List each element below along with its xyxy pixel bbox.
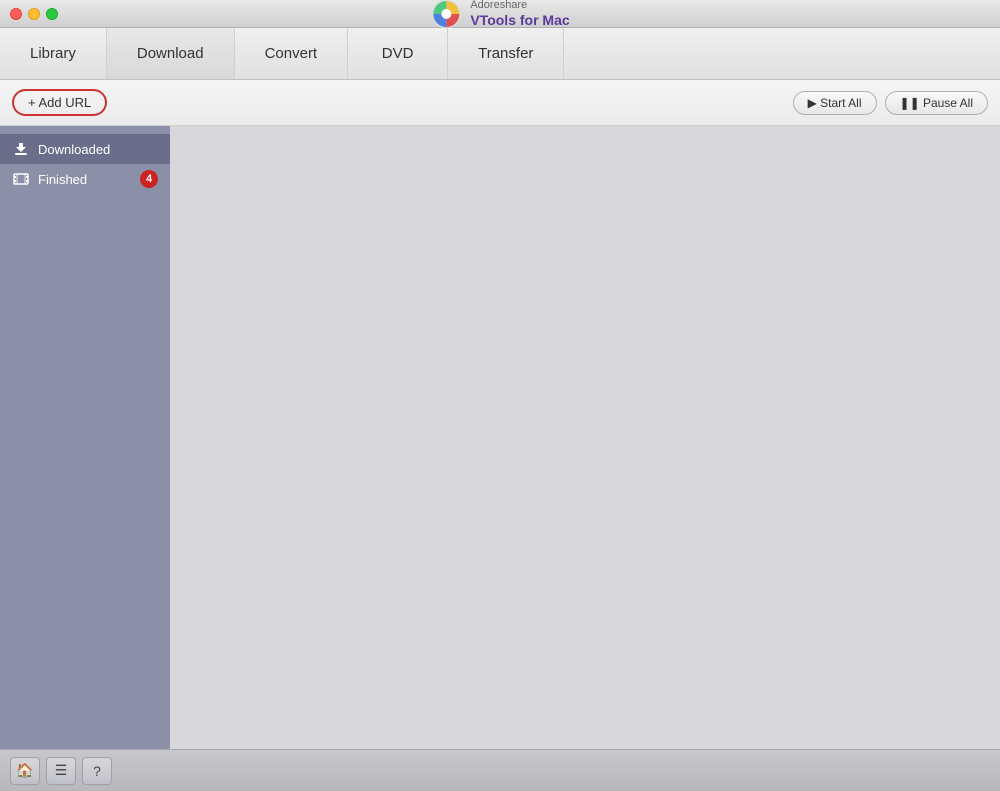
download-icon <box>12 140 30 158</box>
list-button[interactable]: ☰ <box>46 757 76 785</box>
sidebar-finished-label: Finished <box>38 172 87 187</box>
tab-convert[interactable]: Convert <box>235 28 349 79</box>
app-logo-icon <box>430 0 462 30</box>
nav-tabs: Library Download Convert DVD Transfer <box>0 28 1000 80</box>
title-bar: Adoreshare VTools for Mac <box>0 0 1000 28</box>
pause-all-button[interactable]: ❚❚ Pause All <box>885 91 988 115</box>
logo-product: VTools for Mac <box>470 12 569 29</box>
logo-area: Adoreshare VTools for Mac <box>430 0 569 30</box>
add-url-button[interactable]: + Add URL <box>12 89 107 116</box>
toolbar: + Add URL ▶ Start All ❚❚ Pause All <box>0 80 1000 126</box>
help-icon: ? <box>93 763 101 779</box>
sidebar-item-downloaded[interactable]: Downloaded <box>0 134 170 164</box>
traffic-lights <box>10 8 58 20</box>
home-button[interactable]: 🏠 <box>10 757 40 785</box>
minimize-button[interactable] <box>28 8 40 20</box>
bottom-bar: 🏠 ☰ ? <box>0 749 1000 791</box>
logo-text: Adoreshare VTools for Mac <box>470 0 569 28</box>
tab-library[interactable]: Library <box>0 28 107 79</box>
download-content: + Add URL ▶ Start All ❚❚ Pause All Downl… <box>0 80 1000 749</box>
sidebar-body-wrapper: Downloaded Finished <box>0 126 1000 749</box>
sidebar-downloaded-label: Downloaded <box>38 142 110 157</box>
list-icon: ☰ <box>55 762 68 779</box>
toolbar-right: ▶ Start All ❚❚ Pause All <box>793 91 988 115</box>
tab-transfer[interactable]: Transfer <box>448 28 564 79</box>
close-button[interactable] <box>10 8 22 20</box>
download-body <box>170 126 1000 749</box>
tab-dvd[interactable]: DVD <box>348 28 448 79</box>
help-button[interactable]: ? <box>82 757 112 785</box>
sidebar-item-finished[interactable]: Finished 4 <box>0 164 170 194</box>
sidebar: Downloaded Finished <box>0 126 170 749</box>
tab-download[interactable]: Download <box>107 28 235 79</box>
finished-badge: 4 <box>140 170 158 188</box>
home-icon: 🏠 <box>16 762 33 779</box>
start-all-button[interactable]: ▶ Start All <box>793 91 877 115</box>
maximize-button[interactable] <box>46 8 58 20</box>
logo-brand: Adoreshare <box>470 0 569 12</box>
content-area: + Add URL ▶ Start All ❚❚ Pause All Downl… <box>0 80 1000 749</box>
film-icon <box>12 170 30 188</box>
